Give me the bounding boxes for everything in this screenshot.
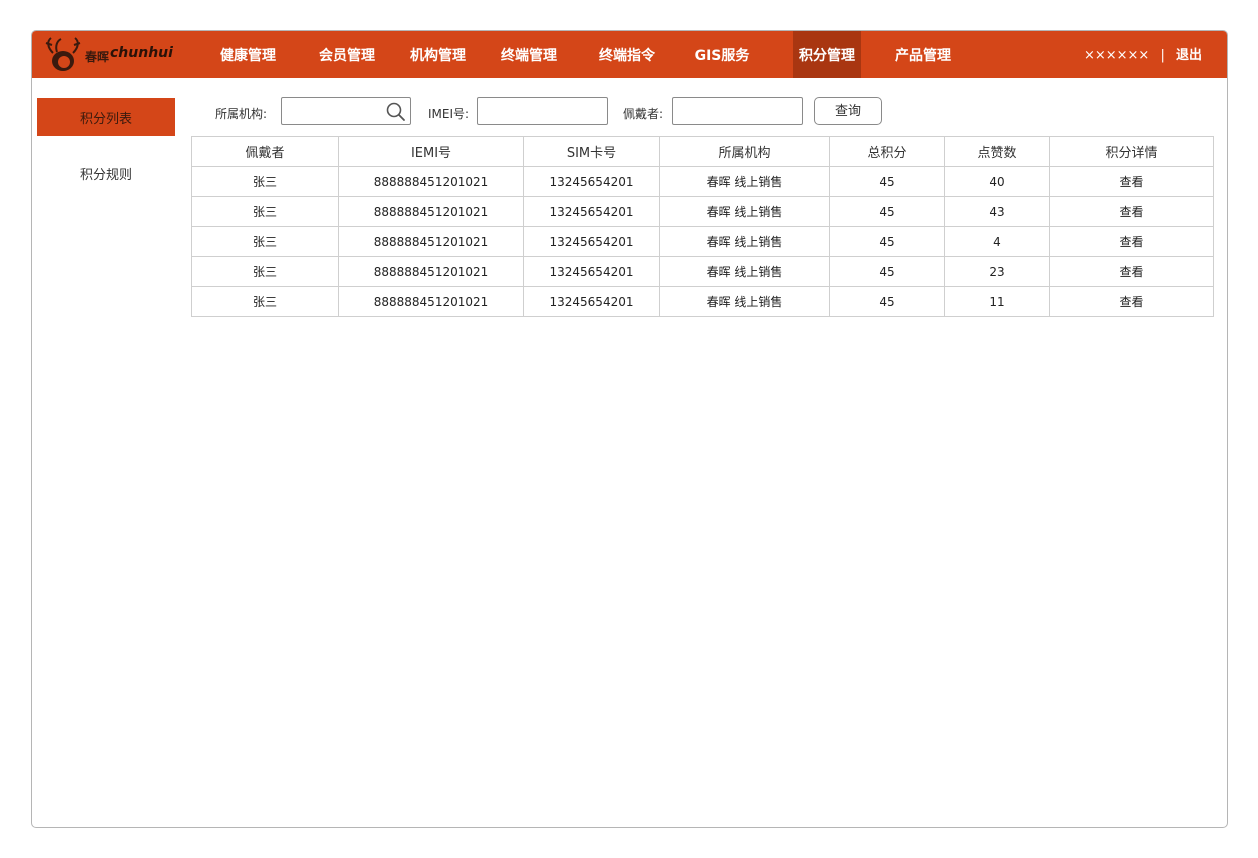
wearer-filter-input[interactable] [672, 97, 803, 125]
cell-likes: 43 [944, 196, 1050, 227]
table-row: 张三 888888451201021 13245654201 春晖 线上销售 4… [191, 226, 1214, 257]
deer-head-logo-icon [45, 37, 81, 71]
brand-name-cn: 春晖 [85, 50, 110, 64]
cell-org: 春晖 线上销售 [659, 226, 830, 257]
cell-total-points: 45 [829, 226, 945, 257]
cell-total-points: 45 [829, 166, 945, 197]
cell-total-points: 45 [829, 196, 945, 227]
brand-logo[interactable]: 春晖 chunhui [43, 37, 173, 71]
cell-wearer: 张三 [191, 286, 339, 317]
table-row: 张三 888888451201021 13245654201 春晖 线上销售 4… [191, 196, 1214, 227]
view-detail-link[interactable]: 查看 [1049, 256, 1214, 287]
cell-imei: 888888451201021 [338, 166, 524, 197]
cell-sim: 13245654201 [523, 196, 660, 227]
view-detail-link[interactable]: 查看 [1049, 196, 1214, 227]
table-row: 张三 888888451201021 13245654201 春晖 线上销售 4… [191, 166, 1214, 197]
cell-wearer: 张三 [191, 166, 339, 197]
user-separator: | [1160, 48, 1165, 63]
column-header-total-points: 总积分 [829, 136, 945, 167]
cell-sim: 13245654201 [523, 256, 660, 287]
brand-name-en: chunhui [110, 45, 173, 61]
cell-likes: 40 [944, 166, 1050, 197]
column-header-imei: IEMI号 [338, 136, 524, 167]
view-detail-link[interactable]: 查看 [1049, 166, 1214, 197]
top-navbar: 春晖 chunhui 健康管理 会员管理 机构管理 终端管理 终端指令 GIS服… [32, 31, 1227, 78]
imei-filter-label: IMEI号: [428, 107, 470, 121]
logout-link[interactable]: 退出 [1176, 31, 1202, 81]
cell-sim: 13245654201 [523, 226, 660, 257]
nav-item-health[interactable]: 健康管理 [209, 31, 287, 78]
username: ×××××× [1083, 48, 1150, 63]
cell-likes: 4 [944, 226, 1050, 257]
column-header-org: 所属机构 [659, 136, 830, 167]
sidebar-item-points-rules[interactable]: 积分规则 [37, 154, 175, 192]
cell-org: 春晖 线上销售 [659, 196, 830, 227]
nav-item-terminal-commands[interactable]: 终端指令 [588, 31, 666, 78]
cell-org: 春晖 线上销售 [659, 256, 830, 287]
wearer-filter-label: 佩戴者: [623, 107, 664, 121]
column-header-likes: 点赞数 [944, 136, 1050, 167]
column-header-sim: SIM卡号 [523, 136, 660, 167]
cell-imei: 888888451201021 [338, 256, 524, 287]
cell-sim: 13245654201 [523, 166, 660, 197]
nav-item-organizations[interactable]: 机构管理 [399, 31, 477, 78]
user-area: ×××××× | 退出 [1084, 31, 1202, 78]
view-detail-link[interactable]: 查看 [1049, 286, 1214, 317]
cell-total-points: 45 [829, 286, 945, 317]
cell-wearer: 张三 [191, 196, 339, 227]
cell-imei: 888888451201021 [338, 196, 524, 227]
table-row: 张三 888888451201021 13245654201 春晖 线上销售 4… [191, 256, 1214, 287]
cell-imei: 888888451201021 [338, 286, 524, 317]
nav-item-terminals[interactable]: 终端管理 [490, 31, 568, 78]
column-header-points-detail: 积分详情 [1049, 136, 1214, 167]
cell-org: 春晖 线上销售 [659, 166, 830, 197]
query-button[interactable]: 查询 [814, 97, 882, 125]
cell-sim: 13245654201 [523, 286, 660, 317]
imei-filter-input[interactable] [477, 97, 608, 125]
cell-total-points: 45 [829, 256, 945, 287]
org-filter-label: 所属机构: [215, 107, 268, 121]
nav-item-gis[interactable]: GIS服务 [683, 31, 761, 78]
cell-likes: 23 [944, 256, 1050, 287]
cell-likes: 11 [944, 286, 1050, 317]
column-header-wearer: 佩戴者 [191, 136, 339, 167]
cell-imei: 888888451201021 [338, 226, 524, 257]
cell-org: 春晖 线上销售 [659, 286, 830, 317]
points-table: 佩戴者 IEMI号 SIM卡号 所属机构 总积分 点赞数 积分详情 张三 888… [191, 136, 1214, 317]
search-icon[interactable] [385, 101, 407, 123]
view-detail-link[interactable]: 查看 [1049, 226, 1214, 257]
cell-wearer: 张三 [191, 256, 339, 287]
sidebar-item-points-list[interactable]: 积分列表 [37, 98, 175, 136]
nav-item-products[interactable]: 产品管理 [884, 31, 962, 78]
nav-item-points[interactable]: 积分管理 [793, 31, 861, 78]
table-header-row: 佩戴者 IEMI号 SIM卡号 所属机构 总积分 点赞数 积分详情 [191, 136, 1214, 167]
app-window: 春晖 chunhui 健康管理 会员管理 机构管理 终端管理 终端指令 GIS服… [31, 30, 1228, 828]
cell-wearer: 张三 [191, 226, 339, 257]
table-row: 张三 888888451201021 13245654201 春晖 线上销售 4… [191, 286, 1214, 317]
nav-item-members[interactable]: 会员管理 [308, 31, 386, 78]
